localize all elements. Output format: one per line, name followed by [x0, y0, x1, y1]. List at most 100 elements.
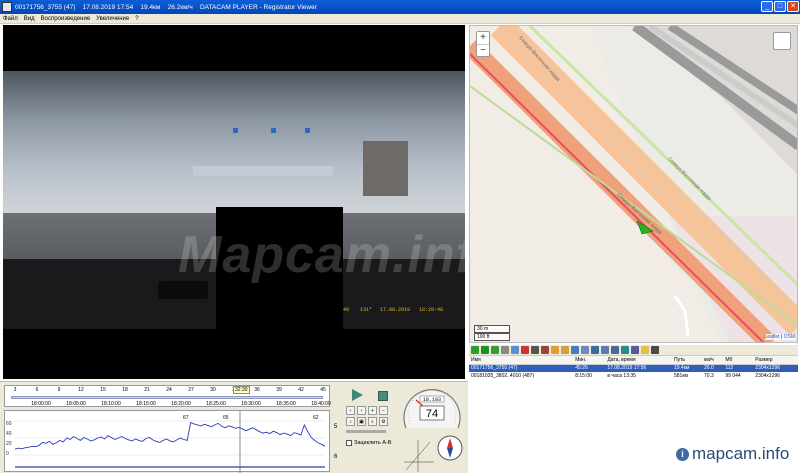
menu-file[interactable]: Файл: [3, 16, 18, 22]
timeline-time: 18:15:00: [136, 401, 156, 407]
table-header: Имя Мин. Дата, время Путь км/ч Мб Размер: [469, 356, 798, 365]
timeline-tick: 18: [122, 387, 128, 393]
scale-feet: 100 ft: [474, 333, 510, 341]
col-distance[interactable]: Путь: [671, 356, 703, 365]
speed-graph-canvas: 67 65 62: [14, 411, 326, 473]
video-frame[interactable]: 49 131* 17.08.2019 18:28:48 Mapcam.info: [3, 25, 465, 379]
table-row[interactable]: 00171756_3755 (47) 45:26 17.08.2019 17:5…: [469, 364, 798, 372]
screenshot-icon[interactable]: ▣: [357, 417, 366, 426]
y-label: 60: [6, 421, 12, 427]
play-button[interactable]: [350, 388, 364, 402]
frame-forward-button[interactable]: ›: [357, 406, 366, 415]
title-bar: 00171756_3755 (47) 17.08.2019 17:54 19.4…: [0, 0, 800, 14]
cell: 19.4км: [671, 364, 703, 372]
delete-icon[interactable]: [521, 346, 529, 354]
cell: 26.0: [702, 364, 724, 372]
layers-icon[interactable]: [773, 32, 791, 50]
timeline-time: 18:05:00: [66, 401, 86, 407]
window-icon[interactable]: [581, 346, 589, 354]
settings-icon[interactable]: [651, 346, 659, 354]
watermark: Mapcam.info: [178, 226, 465, 284]
track-list-panel: Имя Мин. Дата, время Путь км/ч Мб Размер…: [469, 345, 798, 415]
cell: 99 044: [725, 373, 741, 379]
map-canvas: [470, 26, 797, 342]
window-controls: _ □ ✕: [761, 1, 799, 12]
cell: 2304x1296: [753, 364, 798, 372]
menu-bar: Файл Вид Воспроизведение Увеличение ?: [0, 14, 800, 24]
checkbox-box[interactable]: [346, 440, 352, 446]
zoom-in-timeline-button[interactable]: +: [368, 406, 377, 415]
forward-icon[interactable]: [551, 346, 559, 354]
menu-zoom[interactable]: Увеличение: [96, 16, 129, 22]
info-icon: i: [676, 447, 689, 461]
zoom-in-button[interactable]: +: [477, 32, 489, 44]
menu-help[interactable]: ?: [135, 16, 138, 22]
cell: 581км: [673, 373, 688, 379]
export-icon[interactable]: [571, 346, 579, 354]
menu-playback[interactable]: Воспроизведение: [41, 16, 91, 22]
refresh-icon[interactable]: [491, 346, 499, 354]
col-name[interactable]: Имя: [469, 356, 574, 365]
volume-icon[interactable]: ♪: [346, 417, 355, 426]
osm-link[interactable]: OSM: [784, 334, 795, 340]
close-button[interactable]: ✕: [787, 1, 799, 12]
y-label: 0: [6, 451, 9, 457]
zoom-out-timeline-button[interactable]: −: [379, 406, 388, 415]
cell: 17.08.2019 17:56: [605, 364, 672, 372]
save-icon[interactable]: [531, 346, 539, 354]
menu-view[interactable]: Вид: [24, 16, 35, 22]
osd-time: 18:28:48: [419, 307, 444, 313]
zoom-out-button[interactable]: −: [477, 44, 489, 56]
speed-line: [14, 421, 326, 450]
col-speed[interactable]: км/ч: [702, 356, 724, 365]
cell: 00171756_3755 (47): [469, 364, 574, 372]
search-icon[interactable]: ⌕: [368, 417, 377, 426]
back-icon[interactable]: [561, 346, 569, 354]
leaflet-link[interactable]: Leaflet: [765, 334, 780, 340]
copy-icon[interactable]: [511, 346, 519, 354]
overpass: [193, 166, 333, 176]
camera-icon[interactable]: [611, 346, 619, 354]
timeline-tick: 12: [78, 387, 84, 393]
timeline-tick: 15: [100, 387, 106, 393]
cell: 70.3: [704, 373, 714, 379]
brand-text: mapcam.info: [692, 444, 790, 463]
map-icon[interactable]: [621, 346, 629, 354]
map-view[interactable]: + − Северо-Восточная хорда Северо-Восточ…: [469, 25, 798, 343]
list-icon[interactable]: [631, 346, 639, 354]
map-attribution: Leaflet | OSM: [764, 334, 795, 340]
timeline[interactable]: 369121518212427303336394245 32:30 18:00:…: [4, 385, 331, 407]
cell: 00181035_3802..4010 (487): [471, 373, 535, 379]
timeline-time: 18:40:00: [311, 401, 331, 407]
table-row[interactable]: 00181035_3802..4010 (487) 8:15:00 в часа…: [469, 372, 798, 380]
timeline-track[interactable]: [11, 396, 323, 399]
cell: 45:26: [573, 364, 606, 372]
add-icon[interactable]: [471, 346, 479, 354]
frame-back-button[interactable]: ‹: [346, 406, 355, 415]
col-minutes[interactable]: Мин.: [573, 356, 606, 365]
settings-gear-icon[interactable]: ⚙: [379, 417, 388, 426]
timeline-tick: 42: [298, 387, 304, 393]
side-value: 5: [334, 424, 338, 430]
remove-icon[interactable]: [481, 346, 489, 354]
timeline-time: 18:35:00: [276, 401, 296, 407]
peak-label: 67: [183, 415, 189, 421]
speed-graph[interactable]: 67 65 62 60 40 20 0: [4, 410, 330, 473]
loop-ab-checkbox[interactable]: Зациклить A-B: [346, 440, 391, 446]
folder-icon[interactable]: [641, 346, 649, 354]
stop-button[interactable]: [378, 391, 388, 401]
col-mb[interactable]: Мб: [723, 356, 754, 365]
volume-slider[interactable]: [346, 430, 386, 433]
timeline-time: 18:00:00: [31, 401, 51, 407]
cut-icon[interactable]: [541, 346, 549, 354]
picture-icon[interactable]: [591, 346, 599, 354]
col-datetime[interactable]: Дата, время: [605, 356, 672, 365]
maximize-button[interactable]: □: [774, 1, 786, 12]
scale-meters: 30 m: [474, 325, 510, 333]
move-icon[interactable]: [501, 346, 509, 354]
col-resolution[interactable]: Размер: [753, 356, 798, 365]
y-label: 20: [6, 441, 12, 447]
video-icon[interactable]: [601, 346, 609, 354]
minimize-button[interactable]: _: [761, 1, 773, 12]
timeline-time: 18:25:00: [206, 401, 226, 407]
